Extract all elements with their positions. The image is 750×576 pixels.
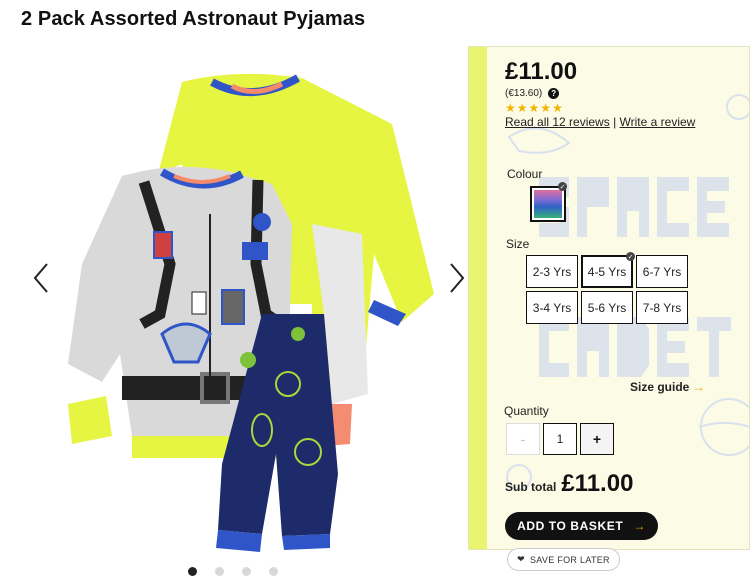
size-label: Size	[506, 237, 530, 251]
size-option-selected[interactable]: 4-5 Yrs	[581, 255, 633, 288]
star-icon: ★	[552, 101, 564, 115]
gallery-prev-button[interactable]	[28, 258, 54, 298]
save-for-later-button[interactable]: ❤ SAVE FOR LATER	[507, 548, 620, 571]
reviews-row: Read all 12 reviews | Write a review	[505, 115, 750, 129]
check-icon: ✓	[558, 182, 567, 191]
rating-stars: ★★★★★	[505, 101, 750, 115]
colour-label: Colour	[507, 167, 543, 181]
add-to-basket-button[interactable]: ADD TO BASKET →	[505, 512, 658, 540]
arrow-right-icon: →	[633, 519, 646, 533]
product-price: £11.00	[505, 58, 578, 85]
euro-price-row: (€13.60) ?	[505, 88, 750, 99]
size-option[interactable]: 7-8 Yrs	[636, 291, 688, 324]
size-grid: 2-3 Yrs 4-5 Yrs 6-7 Yrs 3-4 Yrs 5-6 Yrs …	[526, 255, 688, 324]
star-icon: ★	[528, 101, 541, 115]
size-option[interactable]: 3-4 Yrs	[526, 291, 578, 324]
heart-icon: ❤	[517, 554, 525, 564]
price-block: £11.00 (€13.60) ? ★★★★★ Read all 12 revi…	[505, 58, 750, 129]
gallery-dot[interactable]	[215, 567, 224, 576]
chevron-right-icon	[450, 263, 465, 293]
reviews-separator: |	[613, 115, 617, 129]
subtotal-label: Sub total	[505, 480, 557, 494]
quantity-stepper: - 1 +	[506, 423, 614, 455]
read-reviews-link[interactable]: Read all 12 reviews	[505, 115, 610, 129]
star-icon: ★	[516, 101, 529, 115]
quantity-input[interactable]: 1	[543, 423, 577, 455]
gallery-dot[interactable]	[242, 567, 251, 576]
star-icon: ★	[505, 101, 517, 115]
help-icon[interactable]: ?	[548, 88, 560, 99]
quantity-minus-button[interactable]: -	[506, 423, 540, 455]
size-guide-label: Size guide	[630, 380, 690, 394]
add-to-basket-label: ADD TO BASKET	[517, 519, 624, 533]
gallery-dot[interactable]	[188, 567, 197, 576]
size-option[interactable]: 5-6 Yrs	[581, 291, 633, 324]
chevron-left-icon	[33, 263, 48, 293]
star-icon: ★	[540, 101, 553, 115]
euro-price: (€13.60)	[505, 88, 543, 99]
gallery-dots	[188, 567, 278, 576]
product-image	[68, 73, 434, 552]
subtotal-row: Sub total £11.00	[505, 470, 633, 498]
colour-swatch[interactable]	[530, 186, 566, 222]
arrow-right-icon: →	[692, 380, 705, 394]
quantity-plus-button[interactable]: +	[580, 423, 614, 455]
gallery-next-button[interactable]	[444, 258, 470, 298]
quantity-label: Quantity	[504, 404, 549, 418]
product-title: 2 Pack Assorted Astronaut Pyjamas	[21, 8, 366, 30]
swatch-fill	[534, 190, 562, 218]
size-option[interactable]: 6-7 Yrs	[636, 255, 688, 288]
check-icon: ✓	[626, 252, 635, 261]
size-guide-link[interactable]: Size guide →	[630, 380, 705, 394]
size-option[interactable]: 2-3 Yrs	[526, 255, 578, 288]
product-gallery	[22, 46, 470, 576]
subtotal-amount: £11.00	[561, 470, 634, 497]
save-for-later-label: SAVE FOR LATER	[529, 554, 610, 565]
gallery-dot[interactable]	[269, 567, 278, 576]
write-review-link[interactable]: Write a review	[620, 115, 696, 129]
